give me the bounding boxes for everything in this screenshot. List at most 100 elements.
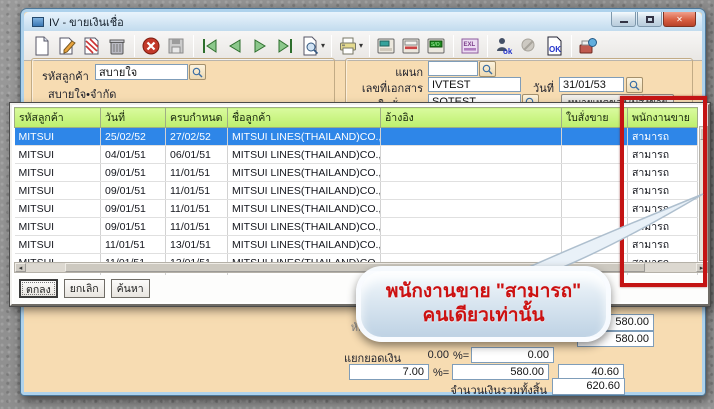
- minimize-button[interactable]: [611, 12, 636, 27]
- grid-cell: 09/01/51: [100, 181, 166, 200]
- search-button[interactable]: ค้นหา: [110, 279, 150, 298]
- department-lookup-button[interactable]: [479, 61, 496, 77]
- previous-record-button[interactable]: [223, 34, 247, 58]
- toolbar: ▾ ▾ S/O EXL ok OK: [24, 31, 702, 61]
- pos-register-red-icon: [402, 38, 420, 53]
- pos-register-green-button[interactable]: S/O: [424, 34, 448, 58]
- toolbar-separator: [134, 34, 135, 57]
- table-row[interactable]: MITSUI 04/01/51 06/01/51 MITSUI LINES(THAIL…: [14, 145, 698, 164]
- table-row[interactable]: MITSUI 09/01/51 11/01/51 MITSUI LINES(THAIL…: [14, 163, 698, 182]
- svg-text:ok: ok: [503, 47, 513, 56]
- grid-cell: MITSUI: [14, 199, 101, 218]
- user-report-button[interactable]: [576, 34, 600, 58]
- print-preview-dropdown-icon[interactable]: ▾: [321, 41, 325, 50]
- grid-cell: MITSUI LINES(THAILAND)CO.,LTD.: [227, 235, 381, 254]
- grid-cell: [380, 145, 562, 164]
- pct-eq-text-2: %=: [433, 367, 450, 379]
- vat-base-box: 580.00: [452, 364, 549, 380]
- desktop-background: IV - ขายเงินเชื่อ ✕ ▾ ▾ S/O EXL ok OK รห…: [0, 0, 714, 409]
- vat-pct-box[interactable]: 7.00: [349, 364, 429, 380]
- grid-cell: MITSUI LINES(THAILAND)CO.,LTD.: [227, 181, 381, 200]
- svg-text:S/O: S/O: [431, 42, 440, 48]
- cancel-lookup-button[interactable]: ยกเลิก: [63, 279, 105, 298]
- last-record-button[interactable]: [273, 34, 297, 58]
- close-button[interactable]: ✕: [663, 12, 696, 27]
- first-record-button[interactable]: [198, 34, 222, 58]
- grid-column-header[interactable]: อ้างอิง: [380, 107, 562, 128]
- grid-cell: 06/01/51: [165, 145, 228, 164]
- magnifier-icon: [192, 67, 203, 77]
- pos-register-teal-button[interactable]: [374, 34, 398, 58]
- grid-cell: [561, 127, 628, 146]
- grid-column-header[interactable]: ชื่อลูกค้า: [227, 107, 381, 128]
- next-record-button[interactable]: [248, 34, 272, 58]
- approve-disabled-icon: [521, 38, 535, 51]
- department-input[interactable]: [428, 61, 478, 76]
- grid-cell: 09/01/51: [100, 217, 166, 236]
- confirm-document-button[interactable]: OK: [542, 34, 566, 58]
- callout-line2: คนเดียวเท่านั้น: [422, 305, 545, 326]
- grid-column-header[interactable]: ใบสั่งขาย: [561, 107, 628, 128]
- grid-cell: 04/01/51: [100, 145, 166, 164]
- delete-document-button[interactable]: [80, 34, 104, 58]
- grid-cell: MITSUI: [14, 181, 101, 200]
- date-lookup-button[interactable]: [626, 77, 643, 93]
- print-button[interactable]: [336, 34, 360, 58]
- grid-cell: 27/02/52: [165, 127, 228, 146]
- next-record-icon: [254, 38, 266, 53]
- print-dropdown-icon[interactable]: ▾: [359, 41, 363, 50]
- new-document-button[interactable]: [30, 34, 54, 58]
- grid-cell: MITSUI: [14, 163, 101, 182]
- customer-code-input[interactable]: [95, 64, 188, 80]
- edit-document-button[interactable]: [55, 34, 79, 58]
- save-button[interactable]: [164, 34, 188, 58]
- cancel-button[interactable]: [139, 34, 163, 58]
- grid-cell: MITSUI LINES(THAILAND)CO.,LTD.: [227, 217, 381, 236]
- grid-cell: MITSUI: [14, 235, 101, 254]
- pct-eq-text-1: %=: [453, 350, 470, 362]
- table-row[interactable]: MITSUI 25/02/52 27/02/52 MITSUI LINES(THAIL…: [14, 127, 698, 146]
- grand-total-box: 620.60: [552, 378, 625, 395]
- customer-lookup-button[interactable]: [189, 64, 206, 80]
- date-input[interactable]: [559, 77, 624, 92]
- lookup-grid-header: รหัสลูกค้า วันที่ ครบกำหนด ชื่อลูกค้า อ้างอิ…: [14, 107, 698, 128]
- grid-column-header[interactable]: วันที่: [100, 107, 166, 128]
- export-excel-icon: EXL: [461, 38, 479, 53]
- print-preview-icon: [303, 36, 319, 55]
- trash-button[interactable]: [105, 34, 129, 58]
- doc-no-input[interactable]: [428, 77, 521, 92]
- grid-cell: MITSUI LINES(THAILAND)CO.,LTD.: [227, 163, 381, 182]
- toolbar-separator: [487, 34, 489, 57]
- delete-document-icon: [84, 37, 99, 54]
- ok-button[interactable]: ตกลง: [19, 279, 58, 298]
- magnifier-icon: [482, 64, 493, 74]
- first-record-icon: [203, 38, 217, 53]
- approve-disabled-button[interactable]: [517, 34, 541, 58]
- grid-cell: [561, 163, 628, 182]
- save-icon: [168, 38, 184, 53]
- split-pct-text: 0.00: [427, 349, 449, 361]
- grid-cell: 11/01/51: [165, 199, 228, 218]
- maximize-button[interactable]: [637, 12, 662, 27]
- window-controls: ✕: [610, 12, 696, 27]
- print-preview-button[interactable]: [298, 34, 322, 58]
- magnifier-icon: [629, 80, 640, 90]
- grid-cell: [561, 145, 628, 164]
- confirm-document-icon: OK: [547, 36, 562, 55]
- approve-ok-button[interactable]: ok: [492, 34, 516, 58]
- doc-no-label: เลขที่เอกสาร: [361, 83, 423, 95]
- toolbar-separator: [453, 34, 455, 57]
- scroll-left-icon[interactable]: ◂: [15, 263, 26, 272]
- grid-cell: MITSUI: [14, 145, 101, 164]
- toolbar-separator: [331, 34, 333, 57]
- titlebar[interactable]: IV - ขายเงินเชื่อ ✕: [24, 12, 702, 31]
- grand-total-label: จำนวนเงินรวมทั้งสิ้น: [450, 385, 547, 397]
- split-value-box: 0.00: [471, 347, 554, 363]
- approve-ok-icon: ok: [497, 37, 513, 56]
- print-icon: [340, 37, 357, 54]
- svg-text:OK: OK: [549, 45, 561, 54]
- pos-register-red-button[interactable]: [399, 34, 423, 58]
- grid-column-header[interactable]: รหัสลูกค้า: [14, 107, 101, 128]
- export-excel-button[interactable]: EXL: [458, 34, 482, 58]
- grid-column-header[interactable]: ครบกำหนด: [165, 107, 228, 128]
